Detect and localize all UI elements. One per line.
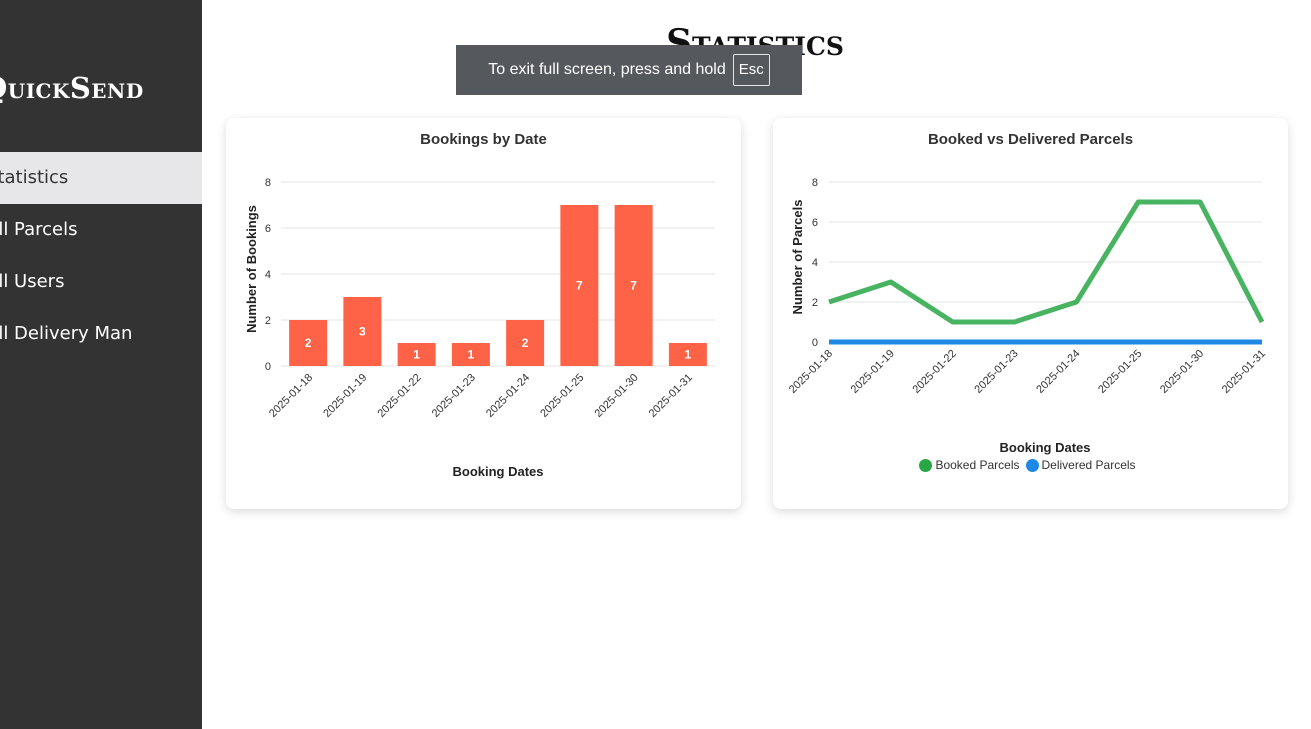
sidebar-nav: Statistics All Parcels All Users All Del… (0, 152, 202, 360)
x-tick-label: 2025-01-22 (911, 348, 959, 396)
x-tick-label: 2025-01-18 (787, 348, 835, 396)
sidebar-item-all-delivery-man[interactable]: All Delivery Man (0, 308, 202, 360)
x-tick-label: 2025-01-22 (375, 372, 423, 420)
x-tick-label: 2025-01-19 (321, 372, 369, 420)
bar-value-label: 1 (468, 348, 475, 362)
y-tick-label: 6 (265, 223, 271, 235)
fullscreen-toast: To exit full screen, press and hold Esc (456, 45, 802, 95)
bar-value-label: 1 (413, 348, 420, 362)
legend-dot-delivered (1025, 458, 1039, 472)
y-tick-label: 8 (265, 177, 271, 189)
y-tick-label: 4 (812, 257, 818, 269)
x-tick-label: 2025-01-24 (484, 372, 532, 420)
x-tick-label: 2025-01-23 (972, 348, 1020, 396)
y-tick-label: 8 (812, 177, 818, 189)
sidebar: QuickSend Statistics All Parcels All Use… (0, 0, 202, 729)
sidebar-item-all-users[interactable]: All Users (0, 256, 202, 308)
parcels-line-chart: 0 2 4 6 8 2025-01-18 2025-01-19 2025-01-22 2025-… (787, 177, 1268, 455)
x-tick-label: 2025-01-19 (849, 348, 897, 396)
bookings-bar-chart: 0246822025-01-1832025-01-1912025-01-2212… (244, 177, 715, 479)
parcels-chart-card: Booked vs Delivered Parcels 0 2 4 6 8 2025-01… (773, 118, 1288, 509)
bar-value-label: 2 (522, 336, 529, 350)
y-tick-label: 6 (812, 217, 818, 229)
brand-logo: QuickSend (0, 71, 144, 105)
y-tick-label: 2 (812, 297, 818, 309)
toast-message: To exit full screen, press and hold (488, 61, 726, 78)
y-axis-title: Number of Parcels (790, 200, 805, 315)
legend-label-delivered: Delivered Parcels (1041, 458, 1136, 472)
bookings-chart-card: Bookings by Date 0 2 4 6 8 2 2025-01-18 3 2025-0… (226, 118, 741, 509)
legend-label-booked: Booked Parcels (935, 458, 1020, 472)
x-tick-label: 2025-01-18 (267, 372, 315, 420)
x-tick-label: 2025-01-25 (1096, 348, 1144, 396)
x-axis-title: Booking Dates (999, 440, 1090, 455)
x-axis-title: Booking Dates (452, 464, 543, 479)
esc-key-badge: Esc (732, 54, 770, 86)
y-axis-title: Number of Bookings (244, 205, 259, 333)
bar-value-label: 7 (630, 279, 637, 293)
x-tick-label: 2025-01-31 (647, 372, 695, 420)
x-tick-label: 2025-01-31 (1220, 348, 1268, 396)
x-tick-label: 2025-01-23 (430, 372, 478, 420)
bar-value-label: 2 (305, 336, 312, 350)
bar-value-label: 1 (685, 348, 692, 362)
y-tick-label: 0 (265, 361, 271, 373)
legend-item-delivered[interactable]: Delivered Parcels (1025, 458, 1136, 472)
bar-value-label: 7 (576, 279, 583, 293)
bar-value-label: 3 (359, 325, 366, 339)
sidebar-item-statistics[interactable]: Statistics (0, 152, 202, 204)
sidebar-item-all-parcels[interactable]: All Parcels (0, 204, 202, 256)
y-tick-label: 4 (265, 269, 271, 281)
x-tick-label: 2025-01-30 (592, 372, 640, 420)
x-tick-label: 2025-01-30 (1158, 348, 1206, 396)
x-tick-label: 2025-01-24 (1034, 348, 1082, 396)
x-tick-label: 2025-01-25 (538, 372, 586, 420)
legend-item-booked[interactable]: Booked Parcels (919, 458, 1020, 472)
chart-legend: Booked Parcels Delivered Parcels (773, 458, 1288, 472)
legend-dot-booked (919, 458, 933, 472)
y-tick-label: 0 (812, 337, 818, 349)
y-tick-label: 2 (265, 315, 271, 327)
